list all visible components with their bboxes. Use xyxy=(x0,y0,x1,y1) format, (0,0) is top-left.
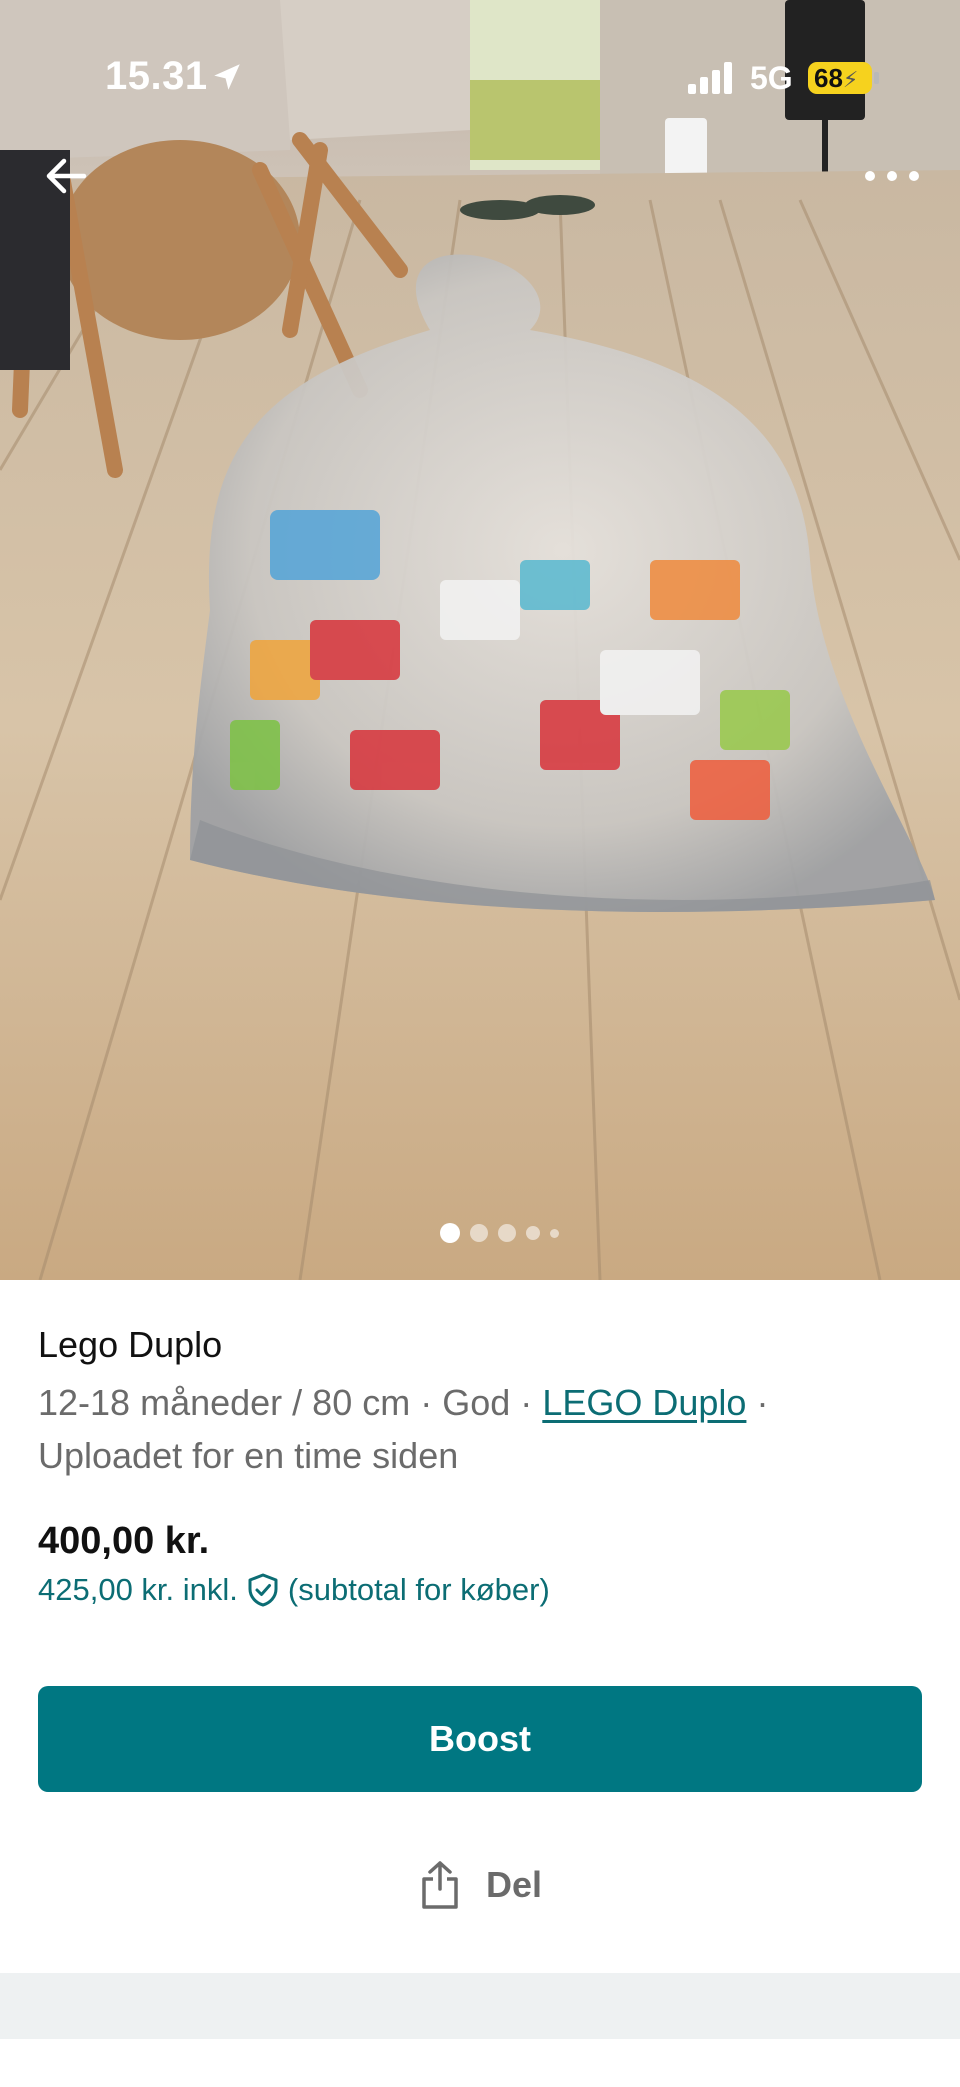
network-type: 5G xyxy=(750,60,793,96)
gallery-dot[interactable] xyxy=(550,1228,559,1238)
buyer-protection-price[interactable]: 425,00 kr. inkl. (subtotal for køber) xyxy=(38,1572,550,1608)
brand-link[interactable]: LEGO Duplo xyxy=(542,1382,746,1423)
gallery-dot[interactable] xyxy=(526,1226,540,1240)
share-icon xyxy=(422,1861,458,1909)
battery-charging-icon: 68⚡ xyxy=(808,62,872,94)
meta-separator: · xyxy=(520,1382,533,1423)
photo-scene xyxy=(0,0,960,1280)
share-label: Del xyxy=(485,1864,543,1905)
gallery-dot[interactable] xyxy=(470,1224,488,1242)
arrow-left-icon[interactable] xyxy=(40,150,92,202)
battery-nub xyxy=(874,72,879,84)
price-incl-value: 425,00 kr. inkl. xyxy=(38,1572,238,1607)
location-arrow-icon xyxy=(214,64,240,90)
listing-title: Lego Duplo xyxy=(38,1324,223,1365)
more-horizontal-icon[interactable] xyxy=(862,164,922,188)
page-bottom xyxy=(0,2039,960,2087)
shield-check-icon xyxy=(248,1573,278,1607)
status-time: 15.31 xyxy=(105,54,208,98)
listing-meta: 12-18 måneder / 80 cm · God · LEGO Duplo… xyxy=(38,1376,918,1482)
boost-button[interactable]: Boost xyxy=(38,1686,922,1792)
listing-photo[interactable]: 15.31 5G 68⚡ xyxy=(0,0,960,1280)
price-incl-note: (subtotal for køber) xyxy=(287,1572,550,1607)
gallery-pagination[interactable] xyxy=(440,1222,559,1244)
battery-level: 68 xyxy=(814,63,843,93)
gallery-dot-active[interactable] xyxy=(440,1223,460,1243)
signal-bars-icon xyxy=(688,62,732,94)
gallery-dot[interactable] xyxy=(498,1224,516,1242)
meta-separator: · xyxy=(420,1382,433,1423)
listing-details: Lego Duplo 12-18 måneder / 80 cm · God ·… xyxy=(0,1280,960,1973)
uploaded-time: Uploadet for en time siden xyxy=(38,1435,459,1476)
listing-condition: God xyxy=(442,1382,511,1423)
status-bar: 15.31 5G 68⚡ xyxy=(0,0,960,160)
share-button[interactable]: Del xyxy=(0,1850,960,1920)
listing-size: 12-18 måneder / 80 cm xyxy=(38,1382,411,1423)
section-divider xyxy=(0,1973,960,2039)
meta-separator: · xyxy=(756,1382,769,1423)
listing-price: 400,00 kr. xyxy=(38,1520,210,1562)
bolt-icon: ⚡ xyxy=(842,67,859,92)
